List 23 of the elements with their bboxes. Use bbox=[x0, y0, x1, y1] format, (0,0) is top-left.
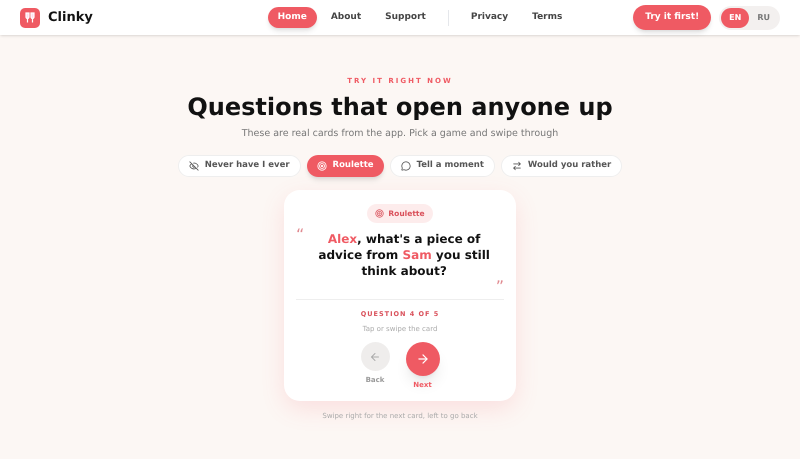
swap-arrows-icon bbox=[512, 160, 522, 171]
page-heading: Questions that open anyone up bbox=[187, 94, 613, 118]
question-text: Alex, what's a piece of advice from Sam you still think about? bbox=[317, 231, 491, 279]
game-tab[interactable]: Never have I ever bbox=[178, 154, 301, 177]
arrow-right-icon bbox=[416, 352, 430, 366]
arrow-left-icon bbox=[369, 350, 381, 363]
target-icon bbox=[316, 160, 327, 171]
target-icon bbox=[375, 208, 384, 218]
nav-link[interactable]: About bbox=[320, 6, 372, 28]
quote-mark: “ bbox=[296, 227, 304, 243]
nav-link[interactable]: Terms bbox=[522, 6, 572, 28]
nav-link[interactable]: Support bbox=[375, 6, 436, 28]
next-button[interactable] bbox=[406, 342, 440, 376]
language-option[interactable]: RU bbox=[749, 8, 778, 28]
eye-off-icon bbox=[188, 160, 199, 171]
subtitle: These are real cards from the app. Pick a game and swipe through bbox=[242, 126, 558, 140]
game-tab[interactable]: Would you rather bbox=[500, 154, 622, 177]
brand-name: Clinky bbox=[48, 8, 93, 27]
game-tab[interactable]: Tell a moment bbox=[390, 154, 495, 177]
speech-bubble-icon bbox=[400, 160, 411, 171]
logo-icon bbox=[20, 8, 40, 28]
quote-mark: ” bbox=[496, 279, 504, 295]
nav-link[interactable]: Privacy bbox=[460, 6, 518, 28]
